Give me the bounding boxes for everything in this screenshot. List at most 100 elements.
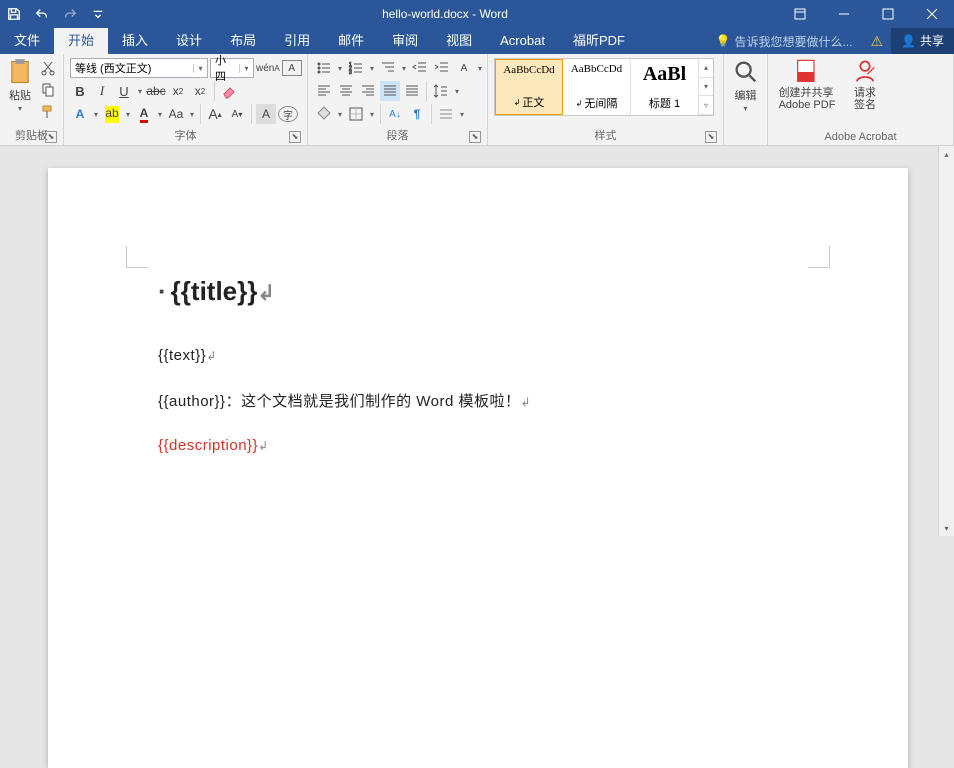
decrease-indent-button[interactable] bbox=[410, 58, 430, 78]
align-right-button[interactable] bbox=[358, 81, 378, 101]
multilevel-list-button[interactable] bbox=[378, 58, 398, 78]
doc-text-line: {{text}} bbox=[158, 347, 206, 364]
styles-gallery-more[interactable]: ▴▾▿ bbox=[699, 59, 713, 115]
tab-references[interactable]: 引用 bbox=[270, 28, 324, 54]
phonetic-guide-button[interactable]: wénA bbox=[256, 58, 280, 78]
style-no-spacing[interactable]: AaBbCcDd ↲无间隔 bbox=[563, 59, 631, 115]
scroll-up-button[interactable]: ▴ bbox=[939, 146, 954, 162]
char-border-button[interactable]: A bbox=[282, 60, 302, 76]
maximize-button[interactable] bbox=[866, 0, 910, 28]
copy-button[interactable] bbox=[38, 80, 58, 100]
highlight-button[interactable]: ab bbox=[102, 104, 122, 124]
cut-button[interactable] bbox=[38, 58, 58, 78]
tab-layout[interactable]: 布局 bbox=[216, 28, 270, 54]
ribbon-display-options[interactable] bbox=[778, 0, 822, 28]
bullets-button[interactable] bbox=[314, 58, 334, 78]
style-normal[interactable]: AaBbCcDd ↲正文 bbox=[495, 59, 563, 115]
borders-button[interactable] bbox=[346, 104, 366, 124]
format-painter-button[interactable] bbox=[38, 102, 58, 122]
style-preview: AaBbCcDd bbox=[571, 63, 622, 75]
tab-view[interactable]: 视图 bbox=[432, 28, 486, 54]
text-effects-button[interactable]: A bbox=[70, 104, 90, 124]
font-size-value: 小四 bbox=[211, 52, 239, 84]
paragraph-group-label: 段落 bbox=[387, 130, 409, 142]
pdf-icon bbox=[793, 58, 821, 86]
superscript-button[interactable]: x2 bbox=[190, 81, 210, 101]
document-page[interactable]: ·{{title}}↲ {{text}}↲ {{author}}：这个文档就是我… bbox=[48, 168, 908, 768]
editing-button[interactable]: 编辑 ▾ bbox=[730, 58, 761, 113]
shrink-font-button[interactable]: A▾ bbox=[227, 104, 247, 124]
styles-dialog-launcher[interactable]: ⬊ bbox=[705, 131, 717, 143]
request-sig-label: 请求 签名 bbox=[854, 87, 876, 111]
margin-corner bbox=[808, 246, 830, 268]
vertical-scrollbar[interactable]: ▴ ▾ bbox=[938, 146, 954, 536]
sort-button[interactable]: A↓ bbox=[385, 104, 405, 124]
chevron-down-icon: ▾ bbox=[16, 104, 24, 113]
minimize-button[interactable] bbox=[822, 0, 866, 28]
font-group-label: 字体 bbox=[175, 130, 197, 142]
style-preview: AaBbCcDd bbox=[503, 64, 554, 76]
italic-button[interactable]: I bbox=[92, 81, 112, 101]
paragraph-mark-icon: ↲ bbox=[206, 349, 217, 363]
tab-foxit[interactable]: 福昕PDF bbox=[559, 28, 639, 54]
tab-design[interactable]: 设计 bbox=[162, 28, 216, 54]
tab-insert[interactable]: 插入 bbox=[108, 28, 162, 54]
clipboard-group-label: 剪贴板 bbox=[15, 130, 48, 142]
tab-home[interactable]: 开始 bbox=[54, 28, 108, 54]
shading-button[interactable] bbox=[314, 104, 334, 124]
paste-button[interactable]: 粘贴 ▾ bbox=[6, 58, 34, 113]
asian-layout-button[interactable]: A bbox=[454, 58, 474, 78]
person-icon: 👤 bbox=[901, 28, 916, 54]
line-spacing-button[interactable] bbox=[431, 81, 451, 101]
font-size-combo[interactable]: 小四▾ bbox=[210, 58, 254, 78]
undo-button[interactable] bbox=[28, 0, 56, 28]
tab-acrobat[interactable]: Acrobat bbox=[486, 28, 559, 54]
font-name-value: 等线 (西文正文) bbox=[71, 60, 193, 76]
strikethrough-button[interactable]: abc bbox=[146, 81, 166, 101]
tab-file[interactable]: 文件 bbox=[0, 28, 54, 54]
change-case-button[interactable]: Aa bbox=[166, 104, 186, 124]
font-color-button[interactable]: A bbox=[134, 104, 154, 124]
close-button[interactable] bbox=[910, 0, 954, 28]
warning-icon[interactable]: ⚠ bbox=[862, 33, 891, 50]
align-center-button[interactable] bbox=[336, 81, 356, 101]
font-dialog-launcher[interactable]: ⬊ bbox=[289, 131, 301, 143]
char-shading-button[interactable]: A bbox=[256, 104, 276, 124]
style-name-label: 正文 bbox=[522, 94, 544, 110]
paste-label: 粘贴 bbox=[9, 87, 31, 103]
align-justify-button[interactable] bbox=[380, 81, 400, 101]
scroll-down-button[interactable]: ▾ bbox=[939, 520, 954, 536]
heading-bullet: · bbox=[158, 276, 167, 306]
style-heading-1[interactable]: AaBl 标题 1 bbox=[631, 59, 699, 115]
create-share-pdf-button[interactable]: 创建并共享 Adobe PDF bbox=[774, 58, 840, 111]
show-marks-button[interactable]: ¶ bbox=[407, 104, 427, 124]
save-button[interactable] bbox=[0, 0, 28, 28]
adobe-group-label: Adobe Acrobat bbox=[824, 131, 896, 143]
bold-button[interactable]: B bbox=[70, 81, 90, 101]
underline-button[interactable]: U bbox=[114, 81, 134, 101]
clipboard-dialog-launcher[interactable]: ⬊ bbox=[45, 131, 57, 143]
align-distribute-button[interactable] bbox=[402, 81, 422, 101]
subscript-button[interactable]: x2 bbox=[168, 81, 188, 101]
font-name-combo[interactable]: 等线 (西文正文)▾ bbox=[70, 58, 208, 78]
svg-text:3: 3 bbox=[349, 70, 352, 76]
styles-gallery[interactable]: AaBbCcDd ↲正文 AaBbCcDd ↲无间隔 AaBl 标题 1 ▴▾▿ bbox=[494, 58, 714, 116]
editing-label: 编辑 bbox=[735, 87, 757, 103]
tell-me-search[interactable]: 💡 告诉我您想要做什么... bbox=[706, 33, 863, 50]
numbering-button[interactable]: 123 bbox=[346, 58, 366, 78]
bulb-icon: 💡 bbox=[716, 34, 731, 48]
paragraph-dialog-launcher[interactable]: ⬊ bbox=[469, 131, 481, 143]
paragraph-mark-icon: ↲ bbox=[257, 282, 274, 305]
share-button[interactable]: 👤 共享 bbox=[891, 28, 954, 54]
align-left-button[interactable] bbox=[314, 81, 334, 101]
tab-review[interactable]: 审阅 bbox=[378, 28, 432, 54]
snap-to-grid-button[interactable] bbox=[436, 104, 456, 124]
grow-font-button[interactable]: A▴ bbox=[205, 104, 225, 124]
tab-mailings[interactable]: 邮件 bbox=[324, 28, 378, 54]
enclose-char-button[interactable]: 字 bbox=[278, 106, 298, 122]
qat-customize[interactable] bbox=[84, 0, 112, 28]
redo-button[interactable] bbox=[56, 0, 84, 28]
eraser-button[interactable] bbox=[219, 81, 239, 101]
increase-indent-button[interactable] bbox=[432, 58, 452, 78]
request-signature-button[interactable]: 请求 签名 bbox=[844, 58, 886, 111]
